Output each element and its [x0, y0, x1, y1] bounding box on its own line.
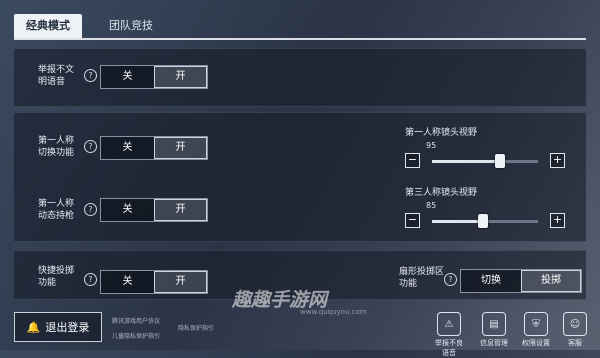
- voice-report-on-button[interactable]: 开: [154, 66, 207, 88]
- fpp-hold-off-button[interactable]: 关: [101, 199, 154, 221]
- settings-panel-voice: 举报不文明语音 ? 关 开: [14, 48, 586, 107]
- tab-bar: 经典模式 团队竞技: [0, 0, 600, 44]
- info-manage-icon: ▤: [482, 312, 506, 336]
- quick-throw-off-button[interactable]: 关: [101, 271, 154, 293]
- support-icon: ☺: [563, 312, 587, 336]
- help-icon[interactable]: ?: [84, 140, 97, 153]
- tpp-fov-fill: [432, 220, 483, 223]
- tpp-fov-slider[interactable]: [432, 214, 538, 228]
- permission-label: 权限设置: [522, 339, 550, 347]
- voice-report-label: 举报不文明语音: [38, 65, 75, 87]
- voice-report-off-button[interactable]: 关: [101, 66, 154, 88]
- fan-throw-label: 扇形投掷区功能: [399, 267, 445, 289]
- fpp-switch-toggle: 关 开: [100, 136, 208, 160]
- quick-throw-on-button[interactable]: 开: [154, 271, 207, 293]
- tab-team-battle[interactable]: 团队竞技: [96, 14, 166, 38]
- logout-label: 退出登录: [45, 321, 90, 334]
- tpp-fov-label: 第三人称镜头视野: [405, 188, 478, 198]
- tpp-fov-value: 85: [426, 201, 437, 210]
- info-manage-label: 信息管理: [480, 339, 508, 347]
- fpp-switch-on-button[interactable]: 开: [154, 137, 207, 159]
- support-button[interactable]: ☺ 客服: [558, 312, 592, 348]
- tpp-fov-knob[interactable]: [477, 214, 488, 228]
- permission-button[interactable]: ⛨ 权限设置: [519, 312, 553, 348]
- support-label: 客服: [568, 339, 582, 347]
- fpp-fov-label: 第一人称镜头视野: [405, 128, 478, 138]
- report-voice-label: 举报不良语音: [435, 339, 463, 357]
- help-icon[interactable]: ?: [84, 69, 97, 82]
- fpp-switch-label: 第一人称切换功能: [38, 136, 75, 158]
- info-manage-button[interactable]: ▤ 信息管理: [477, 312, 511, 348]
- privacy-link[interactable]: 隐私保护指引: [178, 323, 214, 332]
- bell-icon: 🔔: [26, 320, 41, 334]
- fpp-hold-label: 第一人称动态持枪: [38, 199, 75, 221]
- help-icon[interactable]: ?: [444, 273, 457, 286]
- fpp-hold-on-button[interactable]: 开: [154, 199, 207, 221]
- fpp-fov-plus-button[interactable]: +: [550, 153, 565, 168]
- fan-throw-switch-button[interactable]: 切换: [461, 270, 521, 292]
- voice-report-toggle: 关 开: [100, 65, 208, 89]
- report-voice-icon: ⚠: [437, 312, 461, 336]
- fan-throw-toggle: 切换 投掷: [460, 269, 582, 293]
- quick-throw-label: 快捷投掷功能: [38, 266, 75, 288]
- fpp-switch-off-button[interactable]: 关: [101, 137, 154, 159]
- fan-throw-throw-button[interactable]: 投掷: [521, 270, 581, 292]
- child-privacy-link[interactable]: 儿童隐私保护指引: [112, 331, 160, 340]
- help-icon[interactable]: ?: [84, 273, 97, 286]
- fpp-fov-minus-button[interactable]: −: [405, 153, 420, 168]
- fpp-fov-slider[interactable]: [432, 154, 538, 168]
- settings-panel-fpp: 第一人称切换功能 ? 关 开 第一人称动态持枪 ? 关 开 第一人称镜头视野 9…: [14, 112, 586, 242]
- tab-classic-mode[interactable]: 经典模式: [14, 14, 82, 38]
- watermark-url: www.ququyou.com: [300, 308, 367, 316]
- tpp-fov-minus-button[interactable]: −: [405, 213, 420, 228]
- tab-underline: [14, 38, 586, 40]
- tpp-fov-plus-button[interactable]: +: [550, 213, 565, 228]
- help-icon[interactable]: ?: [84, 203, 97, 216]
- fpp-fov-value: 95: [426, 141, 437, 150]
- report-voice-button[interactable]: ⚠ 举报不良语音: [432, 312, 466, 358]
- logout-button[interactable]: 🔔 退出登录: [14, 312, 102, 342]
- quick-throw-toggle: 关 开: [100, 270, 208, 294]
- fpp-fov-knob[interactable]: [494, 154, 505, 168]
- user-agreement-link[interactable]: 腾讯游戏用户协议: [112, 316, 160, 325]
- permission-icon: ⛨: [524, 312, 548, 336]
- fpp-fov-fill: [432, 160, 500, 163]
- fpp-hold-toggle: 关 开: [100, 198, 208, 222]
